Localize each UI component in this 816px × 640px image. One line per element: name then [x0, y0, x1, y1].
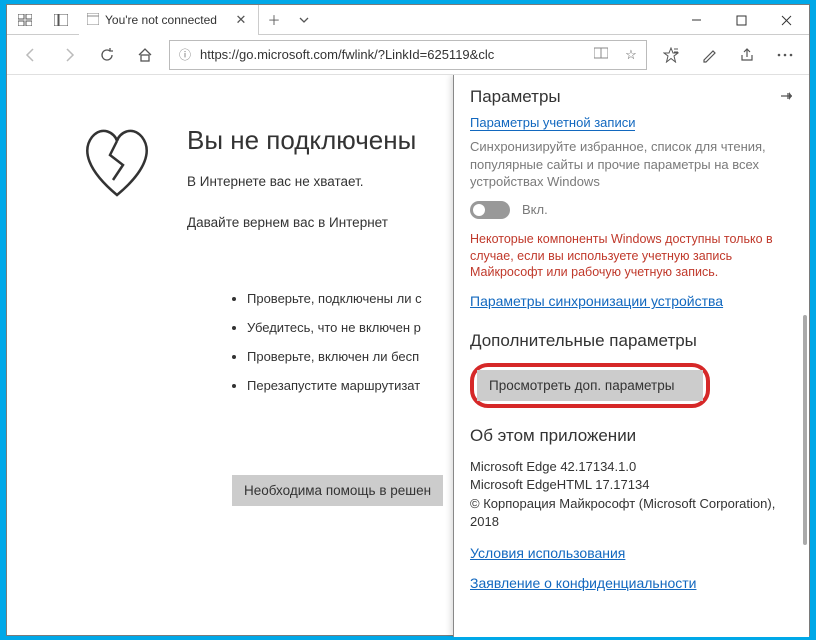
favorites-button[interactable] [653, 39, 689, 71]
tab-favicon [87, 13, 99, 28]
settings-header: Параметры [454, 75, 809, 115]
sync-toggle[interactable] [470, 201, 510, 219]
sync-settings-link[interactable]: Параметры синхронизации устройства [470, 293, 723, 309]
maximize-button[interactable] [719, 5, 764, 35]
titlebar: You're not connected ✕ ＋ [7, 5, 809, 35]
advanced-heading: Дополнительные параметры [470, 331, 793, 351]
privacy-link[interactable]: Заявление о конфиденциальности [470, 575, 696, 591]
titlebar-left [7, 5, 79, 34]
about-body: Microsoft Edge 42.17134.1.0 Microsoft Ed… [470, 458, 793, 531]
sync-toggle-row: Вкл. [470, 201, 793, 219]
toolbar: ⓘ https://go.microsoft.com/fwlink/?LinkI… [7, 35, 809, 75]
error-bullet: Проверьте, подключены ли с [247, 291, 422, 306]
account-settings-link[interactable]: Параметры учетной записи [470, 115, 635, 131]
about-heading: Об этом приложении [470, 426, 793, 446]
help-button[interactable]: Необходима помощь в решен [232, 475, 443, 506]
error-bullet: Проверьте, включен ли бесп [247, 349, 422, 364]
scrollbar-thumb[interactable] [803, 315, 807, 545]
favorite-icon[interactable]: ☆ [616, 47, 646, 63]
error-bullet-list: Проверьте, подключены ли с Убедитесь, чт… [247, 277, 422, 407]
settings-title: Параметры [470, 87, 561, 107]
error-line2: Давайте вернем вас в Интернет [187, 215, 416, 230]
advanced-settings-button[interactable]: Просмотреть доп. параметры [477, 370, 703, 401]
address-bar[interactable]: ⓘ https://go.microsoft.com/fwlink/?LinkI… [169, 40, 647, 70]
url-text: https://go.microsoft.com/fwlink/?LinkId=… [200, 47, 586, 62]
sync-toggle-label: Вкл. [522, 202, 548, 217]
browser-tab[interactable]: You're not connected ✕ [79, 5, 259, 35]
window-controls [674, 5, 809, 34]
home-button[interactable] [127, 39, 163, 71]
site-info-icon[interactable]: ⓘ [170, 46, 200, 63]
error-page: Вы не подключены В Интернете вас не хват… [7, 75, 457, 236]
tab-title: You're not connected [105, 13, 226, 27]
tab-preview-icon[interactable] [7, 5, 43, 35]
tab-chevron-icon[interactable] [289, 5, 319, 34]
browser-window: You're not connected ✕ ＋ ⓘ https://go [6, 4, 810, 636]
pin-icon[interactable] [779, 89, 793, 106]
error-bullet: Убедитесь, что не включен р [247, 320, 422, 335]
forward-button[interactable] [51, 39, 87, 71]
error-line1: В Интернете вас не хватает. [187, 174, 416, 189]
new-tab-button[interactable]: ＋ [259, 5, 289, 34]
highlight-annotation: Просмотреть доп. параметры [470, 363, 710, 408]
tab-close-icon[interactable]: ✕ [232, 12, 250, 28]
settings-body: Параметры учетной записи Синхронизируйте… [454, 115, 809, 637]
settings-error-message: Некоторые компоненты Windows доступны то… [470, 231, 793, 282]
share-button[interactable] [729, 39, 765, 71]
reading-view-icon[interactable] [586, 47, 616, 62]
settings-panel: Параметры Параметры учетной записи Синхр… [453, 75, 809, 637]
content-area: Вы не подключены В Интернете вас не хват… [7, 75, 809, 637]
broken-heart-icon [77, 125, 157, 203]
error-heading: Вы не подключены [187, 125, 416, 156]
minimize-button[interactable] [674, 5, 719, 35]
refresh-button[interactable] [89, 39, 125, 71]
terms-link[interactable]: Условия использования [470, 545, 625, 561]
set-aside-tabs-icon[interactable] [43, 5, 79, 35]
back-button[interactable] [13, 39, 49, 71]
notes-button[interactable] [691, 39, 727, 71]
sync-description: Синхронизируйте избранное, список для чт… [470, 138, 793, 191]
close-window-button[interactable] [764, 5, 809, 35]
more-button[interactable] [767, 39, 803, 71]
error-bullet: Перезапустите маршрутизат [247, 378, 422, 393]
